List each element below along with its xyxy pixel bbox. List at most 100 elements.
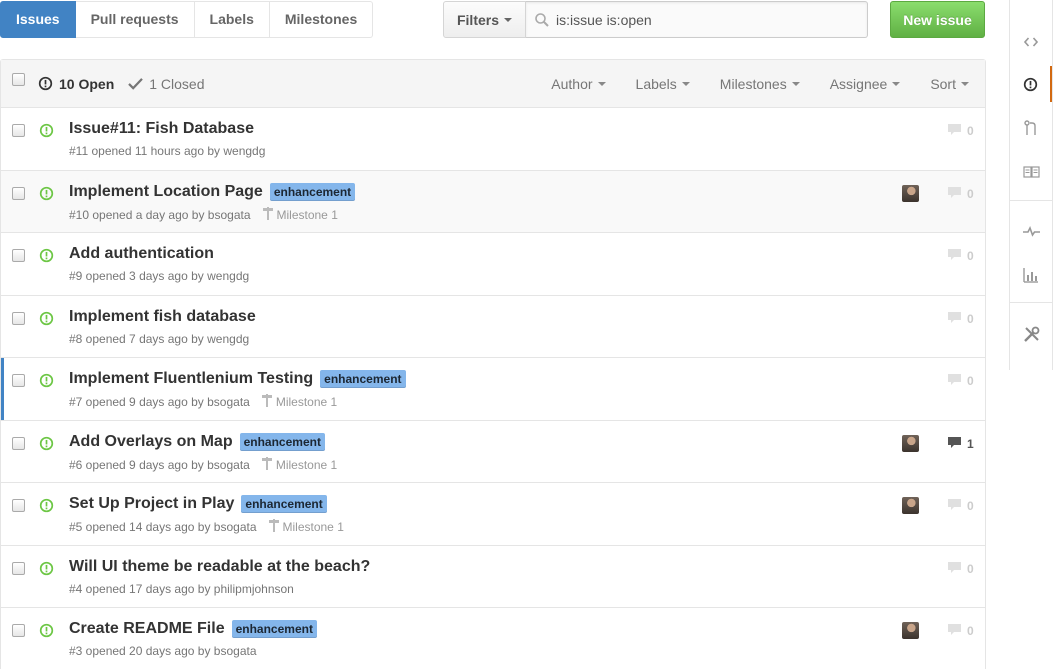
issue-author-link[interactable]: bsogata [214, 520, 257, 534]
code-nav-item[interactable] [1010, 24, 1052, 60]
issue-checkbox[interactable] [12, 624, 25, 637]
comments-link[interactable]: 0 [947, 498, 974, 514]
issue-row[interactable]: Set Up Project in Play enhancement #5 open… [1, 483, 985, 546]
issue-author-link[interactable]: bsogata [207, 458, 250, 472]
issue-row[interactable]: Create README File enhancement #3 opened 2… [1, 608, 985, 669]
issue-checkbox[interactable] [12, 124, 25, 137]
issue-row[interactable]: Issue#11: Fish Database #11 opened 11 hou… [1, 108, 985, 171]
issue-checkbox[interactable] [12, 374, 25, 387]
caret-down-icon [791, 81, 800, 86]
issue-checkbox[interactable] [12, 499, 25, 512]
comments-link[interactable]: 0 [947, 561, 974, 577]
comment-count: 0 [967, 249, 974, 263]
comments-link[interactable]: 0 [947, 123, 974, 139]
issue-author-link[interactable]: wengdg [207, 332, 249, 346]
milestone-link[interactable]: Milestone 1 [261, 394, 338, 410]
settings-nav-item[interactable] [1010, 316, 1052, 352]
closed-issues-link[interactable]: 1 Closed [128, 76, 205, 92]
issue-author-link[interactable]: bsogata [208, 208, 251, 222]
issue-row[interactable]: Will UI theme be readable at the beach? #… [1, 545, 985, 608]
assignee-avatar[interactable] [902, 434, 919, 452]
issue-row[interactable]: Implement fish database #8 opened 7 days … [1, 295, 985, 358]
issue-checkbox[interactable] [12, 311, 25, 325]
comment-count: 0 [967, 186, 974, 201]
comments-link[interactable]: 0 [947, 248, 974, 264]
tools-icon [1023, 326, 1039, 342]
issue-checkbox[interactable] [12, 561, 25, 575]
issue-checkbox[interactable] [12, 186, 25, 200]
issue-row[interactable]: Implement Location Page enhancement #10 op… [1, 170, 985, 233]
issue-title-link[interactable]: Create README File [69, 620, 225, 638]
milestone-link[interactable]: Milestone 1 [268, 519, 344, 535]
issue-title-link[interactable]: Implement Fluentlenium Testing [69, 370, 313, 388]
issue-row[interactable]: Add authentication #9 opened 3 days ago b… [1, 233, 985, 296]
issue-title-link[interactable]: Add Overlays on Map [69, 433, 233, 451]
issue-title-link[interactable]: Will UI theme be readable at the beach? [69, 558, 370, 576]
code-icon [1024, 37, 1038, 47]
filter-author-label: Author [551, 75, 593, 92]
issue-author-link[interactable]: bsogata [207, 395, 250, 409]
filter-author[interactable]: Author [551, 75, 606, 92]
select-all-checkbox[interactable] [12, 73, 25, 86]
search-input[interactable] [556, 11, 856, 28]
caret-down-icon [961, 81, 969, 86]
open-issues-link[interactable]: 10 Open [38, 76, 114, 92]
comment-count: 0 [967, 374, 974, 388]
comments-link[interactable]: 0 [947, 373, 974, 389]
issue-label[interactable]: enhancement [320, 370, 406, 388]
tab-milestones[interactable]: Milestones [269, 1, 374, 38]
issue-checkbox[interactable] [12, 436, 25, 450]
issue-opened-icon [39, 561, 54, 579]
filter-sort[interactable]: Sort [930, 76, 969, 92]
issue-author-link[interactable]: bsogata [214, 644, 257, 658]
search-box[interactable] [526, 1, 868, 38]
issue-author-link[interactable]: wengdg [207, 269, 249, 283]
issue-title-link[interactable]: Add authentication [69, 245, 214, 263]
comments-link[interactable]: 0 [947, 623, 974, 639]
milestone-icon [262, 206, 273, 223]
issues-nav-item[interactable] [1010, 66, 1052, 102]
milestone-link[interactable]: Milestone 1 [261, 456, 337, 473]
assignee-avatar[interactable] [902, 622, 919, 639]
wiki-nav-item[interactable] [1010, 154, 1052, 190]
graphs-nav-item[interactable] [1010, 257, 1052, 293]
tab-pull-requests[interactable]: Pull requests [75, 1, 195, 38]
issue-title-link[interactable]: Implement fish database [69, 308, 256, 326]
assignee-avatar[interactable] [902, 184, 919, 202]
filter-assignee-label: Assignee [829, 75, 888, 92]
filter-milestones[interactable]: Milestones [720, 76, 800, 92]
issue-title-link[interactable]: Implement Location Page [69, 183, 263, 201]
milestone-label: Milestone 1 [275, 395, 338, 409]
issue-opened-text: #3 opened 20 days ago by [69, 644, 211, 658]
comment-count: 0 [967, 311, 974, 326]
comments-link[interactable]: 0 [947, 186, 974, 202]
issue-label[interactable]: enhancement [269, 182, 356, 201]
issue-label[interactable]: enhancement [239, 432, 325, 451]
new-issue-button[interactable]: New issue [890, 1, 985, 38]
issue-opened-icon [39, 373, 54, 391]
milestone-link[interactable]: Milestone 1 [262, 206, 338, 223]
issue-row[interactable]: Implement Fluentlenium Testing enhancemen… [1, 358, 985, 421]
issue-title-link[interactable]: Issue#11: Fish Database [69, 120, 254, 138]
tab-issues[interactable]: Issues [0, 1, 76, 38]
issue-title-line: Create README File enhancement [69, 620, 317, 638]
filters-button[interactable]: Filters [443, 1, 526, 38]
filter-labels[interactable]: Labels [636, 76, 690, 92]
pulse-nav-item[interactable] [1010, 213, 1052, 249]
issue-title-link[interactable]: Set Up Project in Play [69, 495, 234, 513]
issue-label[interactable]: enhancement [231, 620, 317, 638]
pull-requests-nav-item[interactable] [1010, 110, 1052, 146]
issue-opened-text: #10 opened a day ago by [69, 207, 205, 222]
assignee-avatar[interactable] [902, 497, 919, 514]
issue-row[interactable]: Add Overlays on Map enhancement #6 opened … [1, 420, 985, 483]
issue-author-link[interactable]: wengdg [223, 144, 265, 158]
tab-labels[interactable]: Labels [194, 1, 270, 38]
comments-link[interactable]: 1 [947, 436, 974, 452]
comments-link[interactable]: 0 [947, 311, 974, 327]
issue-author-link[interactable]: philipmjohnson [214, 582, 294, 596]
issue-label[interactable]: enhancement [241, 495, 327, 513]
filter-labels-label: Labels [635, 75, 677, 92]
issue-checkbox[interactable] [12, 249, 25, 262]
comment-count: 0 [967, 499, 974, 513]
filter-assignee[interactable]: Assignee [830, 76, 901, 92]
